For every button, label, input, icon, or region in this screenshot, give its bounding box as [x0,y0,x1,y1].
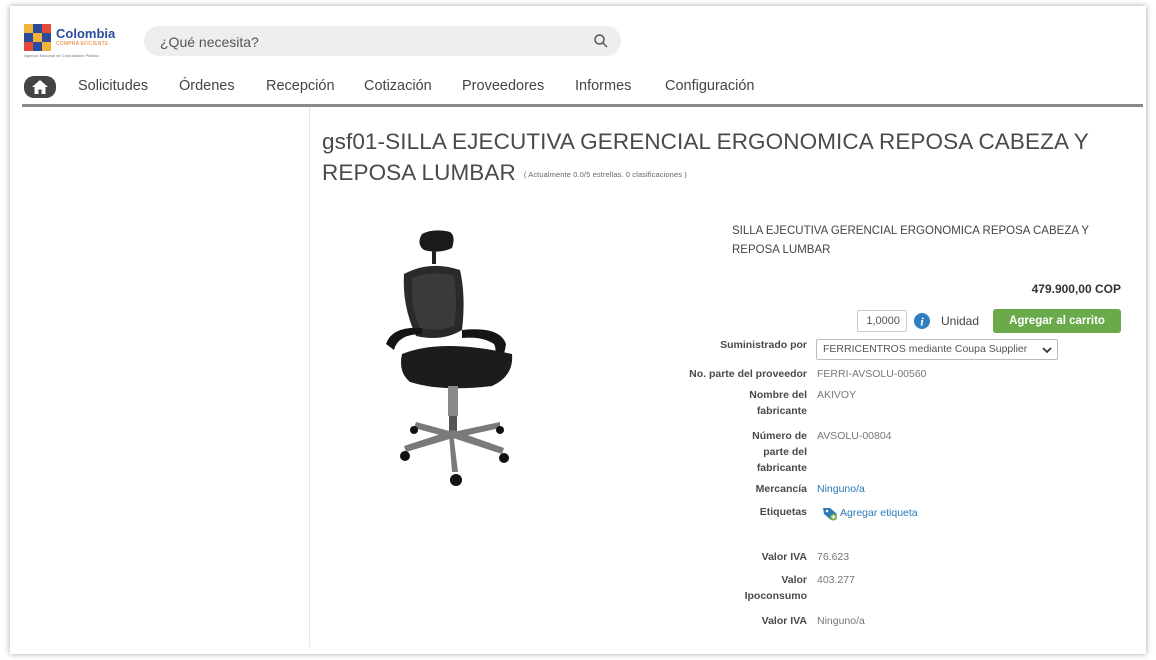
commodity-label: Mercancía [755,483,807,495]
iva-value: 76.623 [817,551,850,563]
product-title: gsf01-SILLA EJECUTIVA GERENCIAL ERGONOMI… [322,129,1089,185]
commodity-link[interactable]: Ninguno/a [817,481,865,497]
product-image[interactable] [382,226,532,492]
nav-divider [22,104,1143,107]
nav-item-configuracion[interactable]: Configuración [665,78,754,94]
rating-text: ( Actualmente 0.0/5 estrellas. 0 clasifi… [523,169,687,179]
quantity-input[interactable] [857,310,907,332]
nav-item-cotizacion[interactable]: Cotización [364,78,432,94]
manufacturer-label: Nombre del fabricante [749,389,807,417]
home-icon [32,80,48,94]
supplier-select[interactable]: FERRICENTROS mediante Coupa Supplier [816,339,1058,360]
product-description: SILLA EJECUTIVA GERENCIAL ERGONOMICA REP… [732,225,1089,256]
manufacturer-part-value: AVSOLU-00804 [817,430,892,442]
nav-item-solicitudes[interactable]: Solicitudes [78,78,148,94]
add-to-cart-button[interactable]: Agregar al carrito [993,309,1121,333]
supplier-part-value: FERRI-AVSOLU-00560 [817,368,927,380]
nav-item-informes[interactable]: Informes [575,78,631,94]
supplier-part-label: No. parte del proveedor [689,368,807,380]
product-price: 479.900,00 COP [1031,282,1121,296]
supplied-by-label: Suministrado por [720,339,807,351]
logo[interactable]: Colombia COMPRA EFICIENTE Agencia Nacion… [24,24,120,58]
nav-item-ordenes[interactable]: Órdenes [179,78,235,94]
nav-item-recepcion[interactable]: Recepción [266,78,335,94]
logo-footer: Agencia Nacional de Contratación Pública [24,53,99,58]
logo-mark-icon [24,24,51,51]
logo-subtitle: COMPRA EFICIENTE [56,41,109,47]
logo-title: Colombia [56,26,116,41]
sidebar-divider [309,107,310,647]
ipoconsumo-label: Valor Ipoconsumo [744,574,807,602]
info-icon[interactable]: i [914,313,930,329]
search-icon[interactable] [593,33,609,49]
tags-label: Etiquetas [759,506,807,518]
page-title: gsf01-SILLA EJECUTIVA GERENCIAL ERGONOMI… [322,126,1122,190]
nav-item-proveedores[interactable]: Proveedores [462,78,544,94]
home-button[interactable] [24,76,56,98]
iva2-value: Ninguno/a [817,615,865,627]
search-input[interactable] [158,32,582,52]
iva-label: Valor IVA [761,551,807,563]
ipoconsumo-value: 403.277 [817,574,855,586]
search-bar [144,26,621,56]
supplier-select-value: FERRICENTROS mediante Coupa Supplier [823,343,1028,355]
manufacturer-value: AKIVOY [817,389,857,401]
chevron-down-icon [1042,347,1052,354]
main-nav: Solicitudes Órdenes Recepción Cotización… [0,75,1156,103]
add-tag-link[interactable]: Agregar etiqueta [840,505,918,521]
tag-icon[interactable] [822,505,838,521]
manufacturer-part-label: Número de parte del fabricante [752,430,807,474]
unit-label: Unidad [941,314,980,328]
iva2-label: Valor IVA [761,615,807,627]
